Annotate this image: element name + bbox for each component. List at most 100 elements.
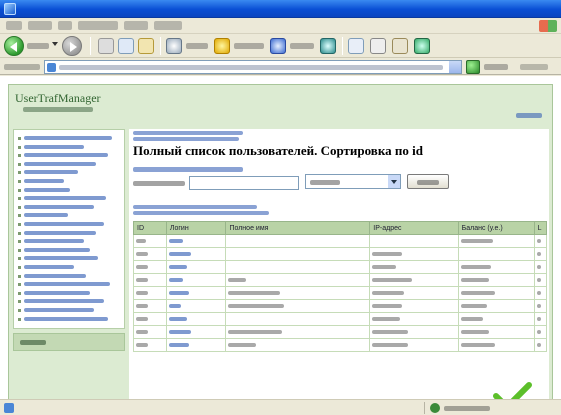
user-login-link[interactable] <box>168 343 189 347</box>
back-arrow-icon <box>10 42 17 52</box>
sidebar-footer[interactable] <box>13 333 125 351</box>
table-cell[interactable] <box>165 273 227 287</box>
col-header-name[interactable]: Полное имя <box>225 221 371 235</box>
sidebar-nav-link[interactable] <box>24 213 68 218</box>
sublink[interactable] <box>133 205 257 209</box>
sidebar-nav-link[interactable] <box>24 239 84 244</box>
col-header-login[interactable]: Логин <box>165 221 227 235</box>
col-header-balance[interactable]: Баланс (у.е.) <box>457 221 535 235</box>
search-icon[interactable] <box>166 38 182 54</box>
find-button[interactable] <box>407 174 449 189</box>
menu-help[interactable] <box>154 21 182 30</box>
nav-bullet <box>18 171 21 175</box>
sidebar-nav-link[interactable] <box>24 256 98 261</box>
history-icon[interactable] <box>320 38 336 54</box>
cell-value <box>460 304 487 308</box>
alphabet-filter[interactable] <box>133 167 243 172</box>
table-cell[interactable] <box>165 325 227 339</box>
user-login-link[interactable] <box>168 291 189 295</box>
links-label[interactable] <box>520 64 548 70</box>
menu-file[interactable] <box>6 21 22 30</box>
table-cell <box>533 273 548 287</box>
refresh-icon[interactable] <box>118 38 134 54</box>
sidebar-nav-link[interactable] <box>24 179 64 183</box>
nav-link-top[interactable] <box>133 131 243 135</box>
stop-icon[interactable] <box>98 38 114 54</box>
table-cell[interactable] <box>165 312 227 326</box>
sidebar-nav-link[interactable] <box>24 153 108 158</box>
table-cell <box>225 338 371 352</box>
sidebar-nav-link[interactable] <box>24 170 78 175</box>
user-login-link[interactable] <box>168 278 183 282</box>
sidebar-nav-link[interactable] <box>24 136 112 140</box>
sidebar-nav-link[interactable] <box>24 144 84 149</box>
sidebar-nav-link[interactable] <box>24 282 110 287</box>
cell-value <box>372 265 397 269</box>
sidebar-nav-link[interactable] <box>24 196 106 201</box>
nav-link-top[interactable] <box>133 137 239 141</box>
sidebar-nav-link[interactable] <box>24 299 104 304</box>
table-cell <box>369 286 459 300</box>
address-input[interactable] <box>44 60 462 74</box>
menu-edit[interactable] <box>28 21 52 30</box>
user-login-link[interactable] <box>168 239 183 243</box>
table-cell[interactable] <box>165 338 227 352</box>
nav-bullet <box>18 257 21 261</box>
table-cell <box>533 312 548 326</box>
mail-icon[interactable] <box>348 38 364 54</box>
go-arrow-icon[interactable] <box>466 60 480 74</box>
user-login-link[interactable] <box>168 317 187 321</box>
sidebar-nav-link[interactable] <box>24 222 104 226</box>
table-cell <box>457 260 535 274</box>
sidebar-nav-link[interactable] <box>24 187 70 192</box>
print-icon[interactable] <box>370 38 386 54</box>
user-login-link[interactable] <box>168 252 191 256</box>
go-button-label[interactable] <box>484 64 508 70</box>
app-subtitle <box>23 107 93 112</box>
table-cell <box>225 234 371 248</box>
sidebar-nav-link[interactable] <box>24 247 90 252</box>
media-icon[interactable] <box>270 38 286 54</box>
search-field-select[interactable] <box>305 174 401 189</box>
table-cell[interactable] <box>165 234 227 248</box>
forward-button[interactable] <box>62 36 82 56</box>
table-cell[interactable] <box>165 260 227 274</box>
home-icon[interactable] <box>138 38 154 54</box>
col-header-id[interactable]: ID <box>133 221 167 235</box>
logout-link[interactable] <box>516 113 542 118</box>
cell-value <box>536 317 541 321</box>
edit-icon[interactable] <box>392 38 408 54</box>
user-login-link[interactable] <box>168 330 191 334</box>
back-button[interactable] <box>4 36 24 56</box>
sidebar-nav-link[interactable] <box>24 273 86 278</box>
user-login-link[interactable] <box>168 304 181 308</box>
col-header-l[interactable]: L <box>533 221 548 235</box>
table-cell[interactable] <box>165 247 227 261</box>
sidebar-nav-link[interactable] <box>24 161 96 166</box>
table-cell[interactable] <box>165 286 227 300</box>
menu-favorites[interactable] <box>78 21 118 30</box>
nav-bullet <box>18 300 21 304</box>
menu-tools[interactable] <box>124 21 148 30</box>
sidebar-nav-link[interactable] <box>24 316 108 321</box>
sidebar-nav-link[interactable] <box>24 265 74 269</box>
address-dropdown-icon[interactable] <box>449 61 461 73</box>
menu-view[interactable] <box>58 21 72 30</box>
sidebar-nav-link[interactable] <box>24 290 90 295</box>
sidebar-nav-link[interactable] <box>24 308 94 312</box>
main-content: Полный список пользователей. Сортировка … <box>129 129 549 399</box>
messenger-icon[interactable] <box>414 38 430 54</box>
search-input[interactable] <box>189 176 299 190</box>
forward-arrow-icon <box>70 42 77 52</box>
table-cell[interactable] <box>165 299 227 313</box>
title-bar[interactable] <box>0 0 561 18</box>
sublink[interactable] <box>133 211 269 215</box>
table-cell <box>457 312 535 326</box>
user-login-link[interactable] <box>168 265 187 269</box>
back-dropdown-icon[interactable] <box>52 42 58 46</box>
sidebar-nav-link[interactable] <box>24 204 94 209</box>
sidebar-nav-link[interactable] <box>24 230 96 235</box>
favorites-icon[interactable] <box>214 38 230 54</box>
cell-value <box>372 291 405 295</box>
col-header-ip[interactable]: IP-адрес <box>369 221 459 235</box>
